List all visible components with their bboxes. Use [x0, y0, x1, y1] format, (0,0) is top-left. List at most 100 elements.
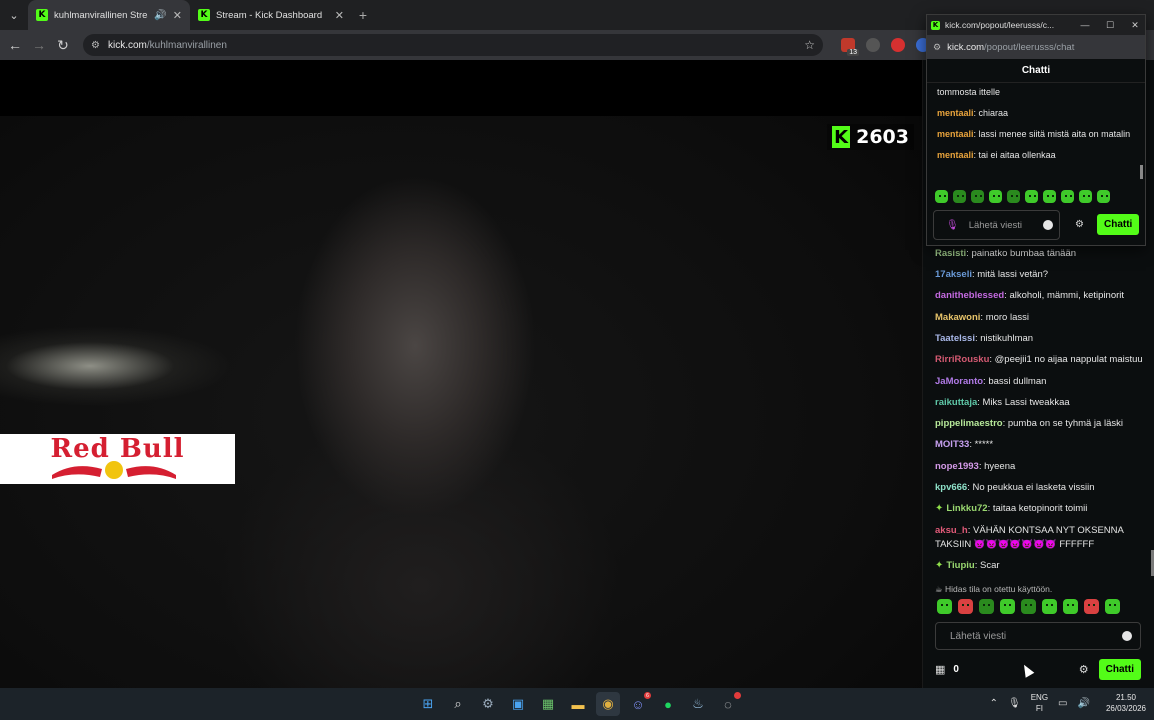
emote-icon[interactable]	[953, 190, 966, 203]
emoji-picker-icon[interactable]	[1043, 220, 1053, 230]
discord-badge: 6	[644, 692, 651, 699]
emote-icon[interactable]	[1043, 190, 1056, 203]
extension-icon[interactable]	[891, 38, 905, 52]
chat-message: 17akseli: mitä lassi vetän?	[935, 269, 1049, 280]
chat-message-input[interactable]: Lähetä viesti	[935, 622, 1141, 650]
tab-kick-stream[interactable]: K kuhlmanvirallinen Stream - 🔊 ✕	[28, 0, 190, 30]
chat-message: danitheblessed: alkoholi, mämmi, ketipin…	[935, 290, 1125, 301]
slow-mode-note: ☕ Hidas tila on otettu käyttöön.	[935, 584, 1053, 594]
chat-message: ✦ Linkku72: taitaa ketopinorit toimii	[935, 503, 1088, 514]
screen: ⌄ K kuhlmanvirallinen Stream - 🔊 ✕ K Str…	[0, 0, 1154, 720]
kick-favicon-icon: K	[198, 9, 210, 21]
emote-icon[interactable]	[971, 190, 984, 203]
chat-message: Rasisti: painatko bumbaa tänään	[935, 248, 1077, 259]
chat-badge-icon: ✦	[935, 560, 944, 571]
send-chat-button[interactable]: Chatti	[1097, 214, 1140, 235]
chat-message: nope1993: hyeena	[935, 461, 1016, 472]
windows-taskbar: ⊞ ⌕ ⚙ ▣ ▦ ▬ ◉ ☺ 6 ● ♨ ◌ ⌃ 🎙 ENG FI ▭ 🔊 21…	[0, 688, 1154, 720]
chat-message: aksu_h: VÄHÄN KONTSAA NYT OKSENNA TAKSII…	[935, 525, 1124, 550]
emote-icon[interactable]	[935, 190, 948, 203]
back-button[interactable]: ←	[3, 37, 27, 53]
media-icon[interactable]: ▦	[536, 692, 560, 716]
emote-icon[interactable]	[989, 190, 1002, 203]
minimize-icon[interactable]: —	[1075, 20, 1095, 30]
gift-icon[interactable]: ▦	[935, 663, 945, 676]
emote-icon[interactable]	[1007, 190, 1020, 203]
chrome-icon[interactable]: ◉	[596, 692, 620, 716]
volume-icon[interactable]: 🔊	[1078, 698, 1090, 709]
chat-message: ✦ Tiupiu: Scar	[935, 560, 1000, 571]
extension-icon[interactable]: 13	[841, 38, 859, 56]
app-icon[interactable]: ◌	[716, 692, 741, 716]
scrollbar[interactable]	[1140, 165, 1143, 179]
emote-icon[interactable]	[1105, 599, 1120, 614]
viewer-count-value: 2603	[856, 126, 909, 148]
clock[interactable]: 21.50 26/03/2026	[1106, 692, 1146, 714]
close-tab-icon[interactable]: ✕	[173, 9, 182, 22]
extension-icon[interactable]	[866, 38, 880, 52]
chat-message: JaMoranto: bassi dullman	[935, 376, 1047, 387]
search-icon[interactable]: ⌕	[446, 692, 470, 716]
tab-kick-dashboard[interactable]: K Stream - Kick Dashboard ✕	[190, 0, 352, 30]
new-tab-button[interactable]: +	[352, 7, 374, 23]
photos-icon[interactable]: ▣	[506, 692, 530, 716]
taskbar-apps: ⊞ ⌕ ⚙ ▣ ▦ ▬ ◉ ☺ 6 ● ♨ ◌	[416, 692, 741, 716]
network-icon[interactable]: ▭	[1058, 698, 1067, 709]
url-host: kick.com	[107, 39, 147, 51]
address-bar[interactable]: ⚙ kick.com/kuhlmanvirallinen ☆	[83, 34, 823, 56]
speaker-icon[interactable]: 🔊	[154, 10, 166, 21]
emote-icon[interactable]	[1042, 599, 1057, 614]
kick-favicon-icon: K	[36, 9, 48, 21]
popout-url-bar[interactable]: ⚙ kick.com/popout/leerusss/chat	[927, 35, 1145, 59]
chat-message: pippelimaestro: pumba on se tyhmä ja läs…	[935, 418, 1123, 429]
emote-icon[interactable]	[937, 599, 952, 614]
chat-input-placeholder: Lähetä viesti	[950, 630, 1007, 642]
emote-icon[interactable]	[958, 599, 973, 614]
popout-message-list: tommosta ittelle mentaali: chiaraa menta…	[937, 85, 1133, 169]
settings-icon[interactable]: ⚙	[476, 692, 500, 716]
bookmark-star-icon[interactable]: ☆	[804, 38, 815, 52]
chat-settings-icon[interactable]: ⚙	[1079, 663, 1089, 676]
redbull-logo: Red Bull	[0, 434, 235, 484]
discord-icon[interactable]: ☺ 6	[626, 692, 651, 716]
popout-window-title: kick.com/popout/leerusss/c...	[945, 20, 1055, 30]
close-tab-icon[interactable]: ✕	[335, 9, 344, 22]
steam-icon[interactable]: ♨	[686, 692, 710, 716]
spotify-icon[interactable]: ●	[656, 692, 680, 716]
send-chat-button[interactable]: Chatti	[1098, 658, 1141, 680]
emote-icon[interactable]	[1063, 599, 1078, 614]
emote-icon[interactable]	[1061, 190, 1074, 203]
emoji-picker-icon[interactable]	[1122, 631, 1132, 641]
microphone-icon[interactable]: 🎙	[946, 220, 959, 231]
emote-icon[interactable]	[1084, 599, 1099, 614]
emote-icon[interactable]	[1021, 599, 1036, 614]
emote-bar	[935, 190, 1110, 203]
chat-actions: ▦ 0 ⚙ Chatti	[935, 658, 1141, 680]
chat-message: mentaali: lassi menee siitä mistä aita o…	[937, 129, 1131, 139]
reload-button[interactable]: ↻	[51, 37, 75, 54]
start-icon[interactable]: ⊞	[416, 692, 440, 716]
site-info-icon[interactable]: ⚙	[91, 40, 100, 51]
emote-icon[interactable]	[1000, 599, 1015, 614]
emote-icon[interactable]	[979, 599, 994, 614]
emote-icon[interactable]	[1097, 190, 1110, 203]
file-explorer-icon[interactable]: ▬	[566, 692, 590, 716]
chat-message: kpv666: No peukkua ei lasketa vissiin	[935, 482, 1095, 493]
forward-button[interactable]: →	[27, 37, 51, 53]
emote-icon[interactable]	[1025, 190, 1038, 203]
url-path: /kuhlmanvirallinen	[146, 39, 227, 51]
chat-message: mentaali: tai ei aitaa ollenkaa	[937, 150, 1056, 160]
popout-chat-input[interactable]: 🎙 Lähetä viesti	[933, 210, 1060, 240]
site-info-icon[interactable]: ⚙	[933, 42, 941, 53]
language-indicator[interactable]: ENG FI	[1031, 692, 1048, 714]
emote-icon[interactable]	[1079, 190, 1092, 203]
chevron-up-icon[interactable]: ⌃	[990, 698, 998, 709]
maximize-icon[interactable]: ☐	[1100, 20, 1120, 31]
chat-settings-icon[interactable]: ⚙	[1075, 219, 1084, 230]
microphone-icon[interactable]: 🎙	[1008, 698, 1021, 709]
stream-area: K 2603 Red Bull	[0, 60, 922, 692]
kick-logo-icon: K	[832, 126, 851, 148]
video-player[interactable]: K 2603 Red Bull	[0, 116, 922, 692]
tab-search-chevron-icon[interactable]: ⌄	[0, 0, 28, 30]
close-icon[interactable]: ✕	[1125, 20, 1145, 31]
